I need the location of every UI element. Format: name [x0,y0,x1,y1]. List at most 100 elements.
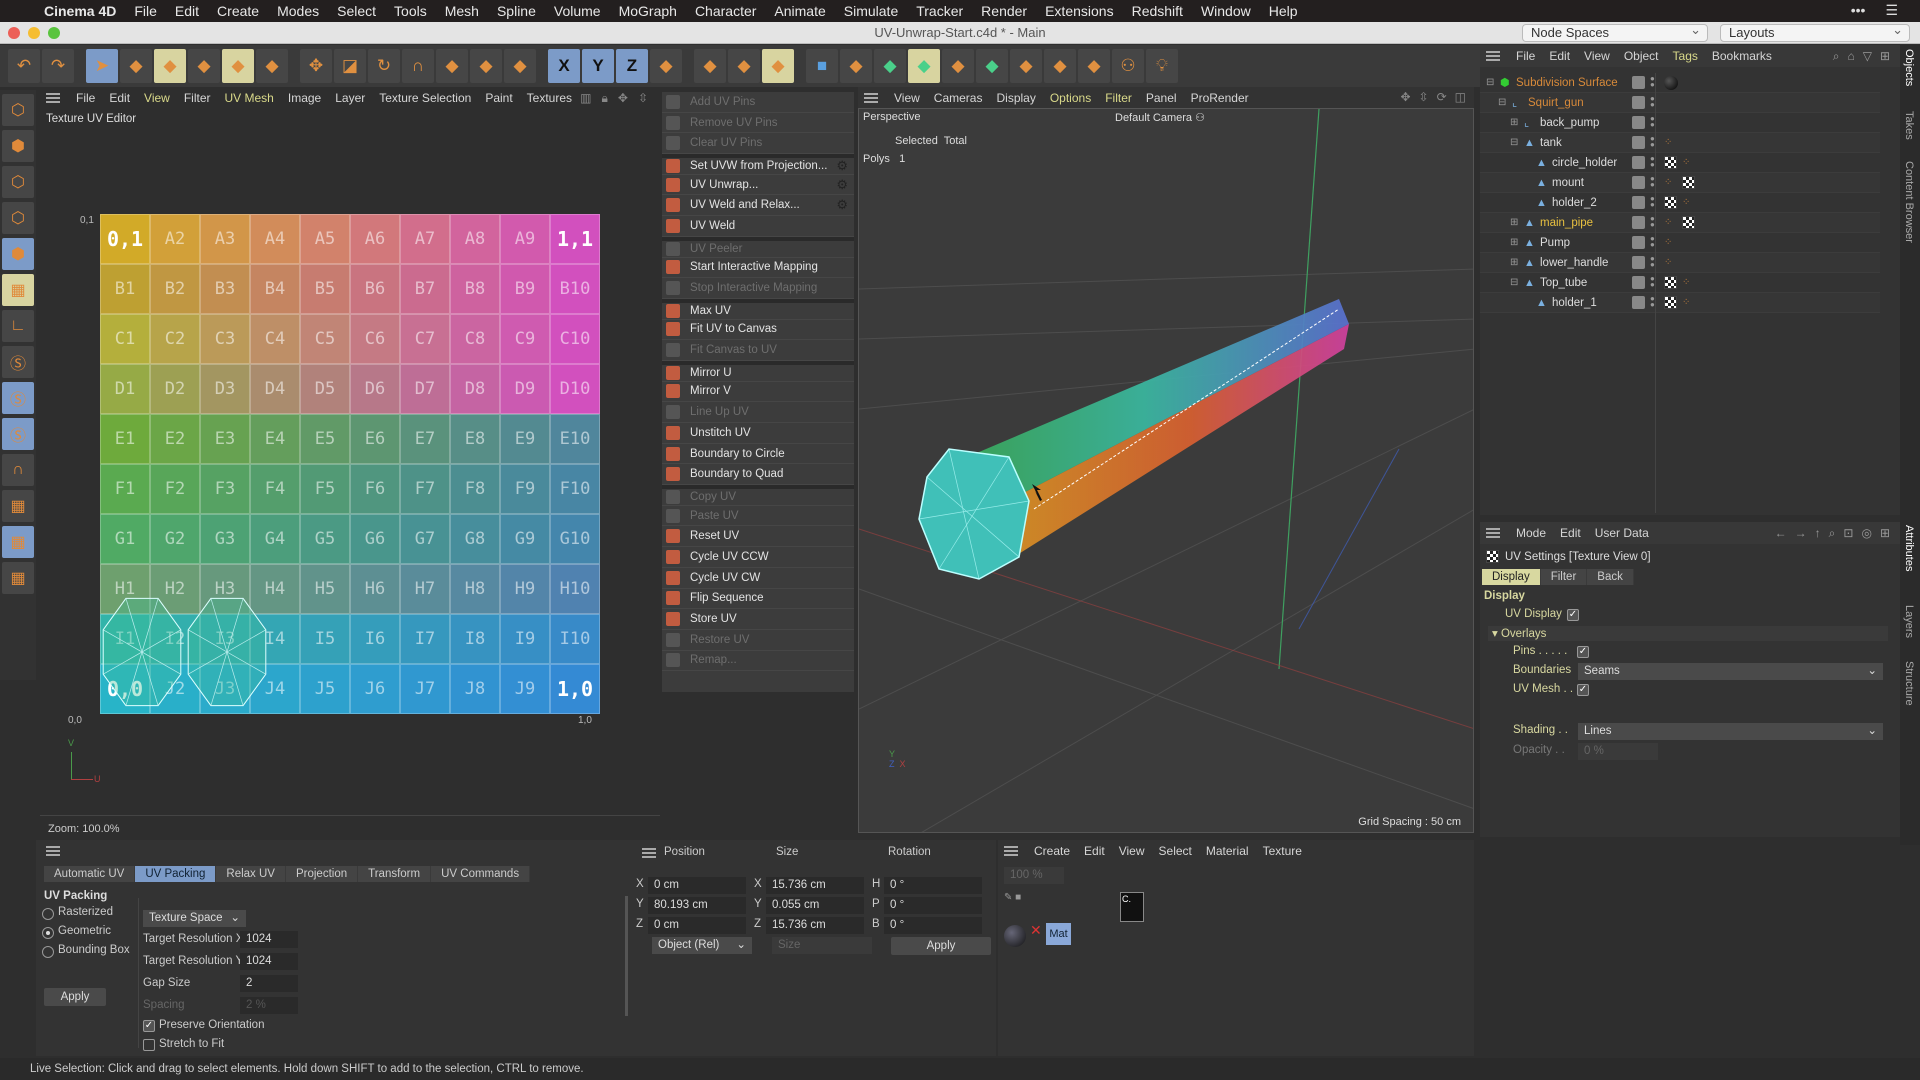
boundaries-dropdown[interactable]: Seams ⌄ [1578,663,1883,680]
model-mode-button[interactable]: ⬡ [2,94,34,126]
node-spaces-dropdown[interactable]: Node Spaces [1522,22,1708,42]
phong-tag-icon[interactable]: ⁘ [1664,217,1676,229]
command-boundary-to-quad[interactable]: Boundary to Quad [662,464,854,486]
menu-file[interactable]: File [1516,49,1535,63]
texture-button[interactable]: ⬢ [2,130,34,162]
expand-icon[interactable]: ⊞ [1510,117,1518,128]
phong-tag-icon[interactable]: ⁘ [1664,257,1676,269]
uvw-tag-icon[interactable] [1664,296,1677,309]
object-row[interactable]: ▲ mount ● ● ⁘ [1480,173,1880,193]
panel-menu-icon[interactable] [1486,51,1500,61]
visibility-toggle[interactable] [1632,136,1645,149]
collapse-icon[interactable]: ⊟ [1486,77,1494,88]
position-z-field[interactable]: 0 cm [648,917,746,934]
size-x-field[interactable]: 15.736 cm [766,877,864,894]
command-unstitch-uv[interactable]: Unstitch UV [662,423,854,444]
perspective-viewport[interactable]: Perspective Default Camera ⚇ Selected To… [858,108,1474,833]
menu-texture-selection[interactable]: Texture Selection [379,91,471,105]
x-axis-button[interactable]: X [548,49,580,83]
locked-workplane-button[interactable]: ▦ [2,526,34,558]
tab-transform[interactable]: Transform [358,866,432,882]
object-name[interactable]: lower_handle [1540,257,1608,269]
menu-edit[interactable]: Edit [109,91,130,105]
object-name[interactable]: circle_holder [1552,157,1617,169]
object-row[interactable]: ▲ holder_2 ● ● ⁘ [1480,193,1880,213]
color-channel-icon[interactable]: C. [1120,892,1144,922]
object-name[interactable]: main_pipe [1540,217,1593,229]
up-arrow-icon[interactable]: ↑ [1815,526,1821,541]
menu-volume[interactable]: Volume [554,3,601,19]
phong-tag-icon[interactable]: ⁘ [1682,297,1694,309]
phong-tag-icon[interactable]: ⁘ [1664,137,1676,149]
filter-icon[interactable]: ▽ [1863,49,1872,64]
rotation-b-field[interactable]: 0 ° [884,917,982,934]
new-window-icon[interactable]: ⊞ [1880,526,1890,541]
command-fit-uv-to-canvas[interactable]: Fit UV to Canvas [662,320,854,341]
move-button[interactable]: ✥ [300,49,332,83]
menu-bookmarks[interactable]: Bookmarks [1712,49,1772,63]
material-mat[interactable]: Mat [1046,923,1071,945]
uv-mode-button[interactable]: ▦ [2,274,34,306]
uv-display-checkbox[interactable]: ✓ [1567,609,1579,621]
command-uv-weld-and-relax[interactable]: UV Weld and Relax... ⚙ [662,195,854,217]
shading-dropdown[interactable]: Lines ⌄ [1578,723,1883,740]
visibility-toggle[interactable] [1632,116,1645,129]
pan-icon[interactable]: ✥ [1400,90,1410,104]
command-cycle-uv-ccw[interactable]: Cycle UV CCW [662,547,854,568]
gear-icon[interactable]: ⚙ [836,197,848,213]
app-name-menu[interactable]: Cinema 4D [44,3,116,19]
texture-mode-button[interactable]: ◆ [154,49,186,83]
snap-active-button[interactable]: Ⓢ [2,382,34,414]
size-z-field[interactable]: 15.736 cm [766,917,864,934]
stretch-to-fit-checkbox[interactable] [143,1039,155,1051]
visibility-toggle[interactable] [1632,276,1645,289]
menu-filter[interactable]: Filter [184,91,211,105]
uv-canvas[interactable]: 0,1 A2 A3 A4 A5 A6 A7 A8 A9 1,1 B1 B2 B3 B4 B5 B6 B7 B8 B9… [100,214,600,714]
list-icon[interactable]: ☰ [1885,2,1898,19]
histogram-icon[interactable]: ▥ [580,91,591,106]
command-flip-sequence[interactable]: Flip Sequence [662,589,854,610]
tab-back[interactable]: Back [1587,569,1634,585]
volume-button[interactable]: ◆ [942,49,974,83]
menu-edit[interactable]: Edit [1084,844,1105,858]
menu-view[interactable]: View [144,91,170,105]
panel-menu-icon[interactable] [46,93,60,103]
menu-layer[interactable]: Layer [335,91,365,105]
material-preview-icon[interactable] [1004,925,1026,947]
tab-display[interactable]: Display [1482,569,1541,585]
uv-transform-button[interactable]: ◆ [222,49,254,83]
new-window-icon[interactable]: ⊞ [1880,49,1890,64]
visibility-toggle[interactable] [1632,156,1645,169]
menu-cameras[interactable]: Cameras [934,91,983,105]
menu-select[interactable]: Select [337,3,376,19]
scrollbar[interactable] [625,896,628,1016]
magnet-button[interactable]: ∩ [2,454,34,486]
panel-menu-icon[interactable] [642,848,656,858]
more-icon[interactable]: ••• [1851,2,1866,19]
menu-display[interactable]: Display [996,91,1035,105]
menu-create[interactable]: Create [217,3,259,19]
spacing-field[interactable]: 2 % [240,997,298,1014]
menu-window[interactable]: Window [1201,3,1251,19]
menu-tracker[interactable]: Tracker [916,3,963,19]
pins-checkbox[interactable]: ✓ [1577,646,1589,658]
snap-settings-button[interactable]: Ⓢ [2,418,34,450]
light-button[interactable]: 💡︎ [1146,49,1178,83]
workplane-button[interactable]: ▦ [2,490,34,522]
side-tab-attributes[interactable]: Attributes [1903,525,1915,571]
phong-tag-icon[interactable]: ⁘ [1664,237,1676,249]
coordinates-apply-button[interactable]: Apply [891,937,991,955]
menu-create[interactable]: Create [1034,844,1070,858]
object-row[interactable]: ▲ circle_holder ● ● ⁘ [1480,153,1880,173]
tab-projection[interactable]: Projection [285,866,359,882]
redo-button[interactable]: ↷ [42,49,74,83]
axis-button[interactable]: ∟ [2,310,34,342]
panel-menu-icon[interactable] [46,846,60,856]
menu-simulate[interactable]: Simulate [844,3,898,19]
menu-file[interactable]: File [76,91,95,105]
object-name[interactable]: holder_2 [1552,197,1597,209]
snap-button[interactable]: ∩ [402,49,434,83]
render-view-button[interactable]: ◆ [694,49,726,83]
psr-button[interactable]: ◆ [470,49,502,83]
tab-uv-commands[interactable]: UV Commands [431,866,531,882]
